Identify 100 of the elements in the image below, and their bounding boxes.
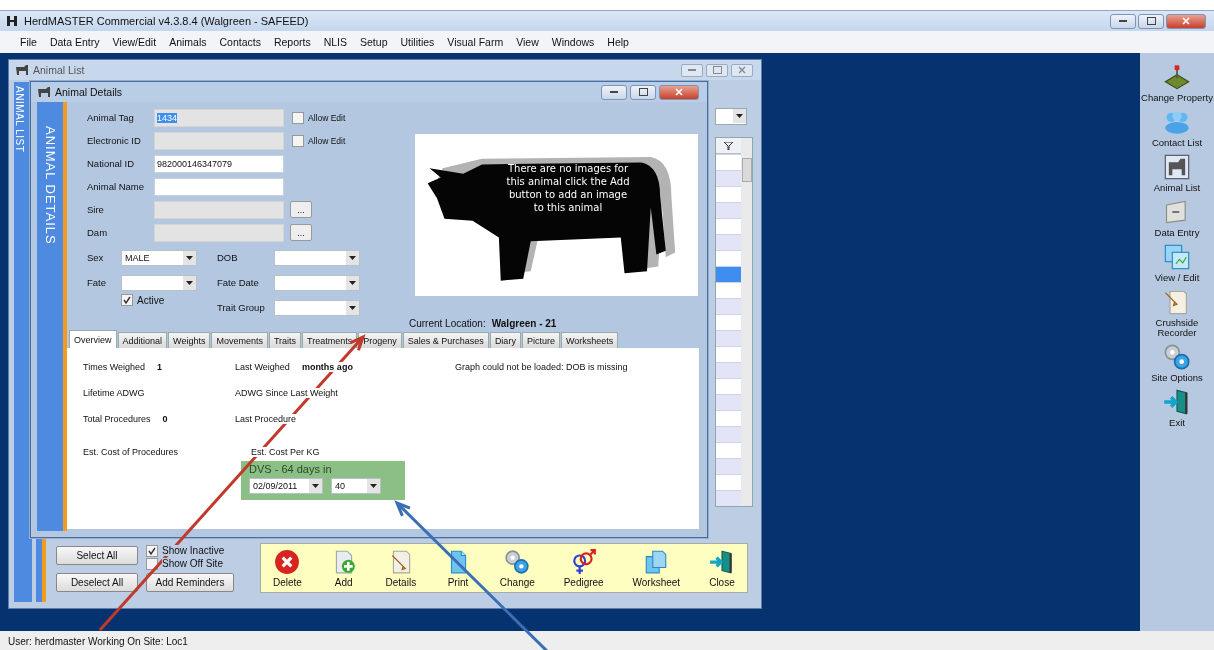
menu-item[interactable]: View xyxy=(516,36,539,48)
grid-row[interactable] xyxy=(716,395,741,410)
menu-item[interactable]: Utilities xyxy=(400,36,435,48)
menu-item[interactable]: NLIS xyxy=(323,36,348,48)
tab[interactable]: Additional xyxy=(117,332,168,348)
tab[interactable]: Treatments xyxy=(302,332,358,348)
grid-row[interactable] xyxy=(716,379,741,394)
grid-row[interactable] xyxy=(716,411,741,426)
toolbar-button[interactable]: Pedigree xyxy=(563,548,604,588)
tab[interactable]: Progeny xyxy=(358,332,402,348)
grid-row[interactable] xyxy=(716,427,741,442)
grid-row[interactable] xyxy=(716,171,741,186)
menu-item[interactable]: Help xyxy=(607,36,629,48)
side-panel-button[interactable]: Data Entry xyxy=(1141,198,1213,238)
dropdown[interactable]: MALE xyxy=(121,249,197,266)
side-panel-button[interactable]: View / Edit xyxy=(1141,243,1213,283)
grid-row[interactable] xyxy=(716,363,741,378)
grid-row[interactable] xyxy=(716,203,741,218)
tab[interactable]: Weights xyxy=(168,332,211,348)
side-panel-button[interactable]: Crushside Recorder xyxy=(1141,288,1213,338)
tab[interactable]: Movements xyxy=(211,332,268,348)
close-button[interactable] xyxy=(731,63,753,77)
grid-row[interactable] xyxy=(716,267,741,282)
stat-value: months ago xyxy=(301,362,353,372)
grid-row[interactable] xyxy=(716,475,741,490)
dropdown[interactable] xyxy=(274,274,360,291)
grid-row[interactable] xyxy=(716,155,741,170)
menu-item[interactable]: Contacts xyxy=(219,36,261,48)
dropdown[interactable]: 40 xyxy=(331,478,381,494)
side-panel-button[interactable]: Site Options xyxy=(1141,343,1213,383)
tab[interactable]: Overview xyxy=(69,330,117,348)
close-icon xyxy=(1182,17,1190,25)
grid-row[interactable] xyxy=(716,299,741,314)
toolbar-button[interactable]: Close xyxy=(708,548,735,588)
menu-item[interactable]: View/Edit xyxy=(112,36,157,48)
checkbox[interactable] xyxy=(121,294,133,306)
grid-row[interactable] xyxy=(716,459,741,474)
window-title: Animal Details xyxy=(55,86,123,98)
grid-row[interactable] xyxy=(716,219,741,234)
window-icon xyxy=(37,86,51,98)
add-reminders-button[interactable]: Add Reminders xyxy=(146,572,234,592)
grid-row[interactable] xyxy=(716,491,741,506)
grid-row[interactable] xyxy=(716,347,741,362)
grid-row[interactable] xyxy=(716,283,741,298)
menu-item[interactable]: Data Entry xyxy=(49,36,100,48)
toolbar-button[interactable]: Print xyxy=(444,548,471,588)
dropdown[interactable] xyxy=(274,249,360,266)
window-title: Animal List xyxy=(33,64,85,76)
stat-label: Last Weighed xyxy=(235,362,290,372)
door-exit-icon xyxy=(708,548,735,575)
side-banner-label: ANIMAL DETAILS xyxy=(42,125,58,245)
date-picker[interactable]: 02/09/2011 xyxy=(249,478,323,494)
grid-row[interactable] xyxy=(716,235,741,250)
dropdown[interactable] xyxy=(274,299,360,316)
caret-icon xyxy=(349,255,356,260)
grid-row[interactable] xyxy=(716,315,741,330)
minimize-button[interactable] xyxy=(601,84,627,100)
toolbar-button[interactable]: Details xyxy=(385,548,417,588)
checkbox[interactable] xyxy=(146,544,158,557)
text-field[interactable]: 982000146347079 xyxy=(154,154,284,173)
side-panel-button[interactable]: Animal List xyxy=(1141,153,1213,193)
caret-icon xyxy=(370,484,377,488)
tab[interactable]: Traits xyxy=(268,332,302,348)
maximize-button[interactable] xyxy=(630,84,656,100)
stat-label: Est. Cost Per KG xyxy=(251,447,320,457)
side-panel-button[interactable]: Exit xyxy=(1141,388,1213,428)
grid-row[interactable] xyxy=(716,443,741,458)
checkbox-label: Show Inactive xyxy=(162,545,225,556)
menu-item[interactable]: Visual Farm xyxy=(447,36,504,48)
menu-item[interactable]: Reports xyxy=(273,36,311,48)
checkbox[interactable] xyxy=(146,557,158,570)
filter-dropdown[interactable] xyxy=(715,108,747,125)
tab[interactable]: Worksheets xyxy=(560,332,619,348)
toolbar-button[interactable]: Add xyxy=(330,548,357,588)
stat-label: Est. Cost of Procedures xyxy=(83,447,179,457)
text-field[interactable] xyxy=(154,177,284,196)
menu-item[interactable]: Animals xyxy=(169,36,207,48)
close-button[interactable] xyxy=(1166,13,1206,29)
side-panel-button[interactable]: Contact List xyxy=(1141,108,1213,148)
tab[interactable]: Diary xyxy=(489,332,521,348)
select-button[interactable]: Select All xyxy=(56,545,138,565)
toolbar-button[interactable]: Change xyxy=(499,548,535,588)
grid-row[interactable] xyxy=(716,331,741,346)
stat-value: 1 xyxy=(157,362,163,372)
menu-item[interactable]: Windows xyxy=(551,36,595,48)
filter-icon[interactable] xyxy=(724,141,733,150)
menu-item[interactable]: File xyxy=(20,36,37,48)
menu-item[interactable]: Setup xyxy=(360,36,388,48)
side-panel-button[interactable]: Change Property xyxy=(1141,63,1213,103)
tab[interactable]: Picture xyxy=(521,332,560,348)
toolbar-button[interactable]: Worksheet xyxy=(632,548,681,588)
select-button[interactable]: Deselect All xyxy=(56,572,138,592)
maximize-icon xyxy=(638,88,648,96)
tab[interactable]: Sales & Purchases xyxy=(402,332,489,348)
minimize-button[interactable] xyxy=(1110,13,1136,29)
toolbar-button[interactable]: Delete xyxy=(273,548,302,588)
field-label: National ID xyxy=(87,158,135,169)
maximize-button[interactable] xyxy=(1138,13,1164,29)
grid-row[interactable] xyxy=(716,187,741,202)
grid-row[interactable] xyxy=(716,251,741,266)
